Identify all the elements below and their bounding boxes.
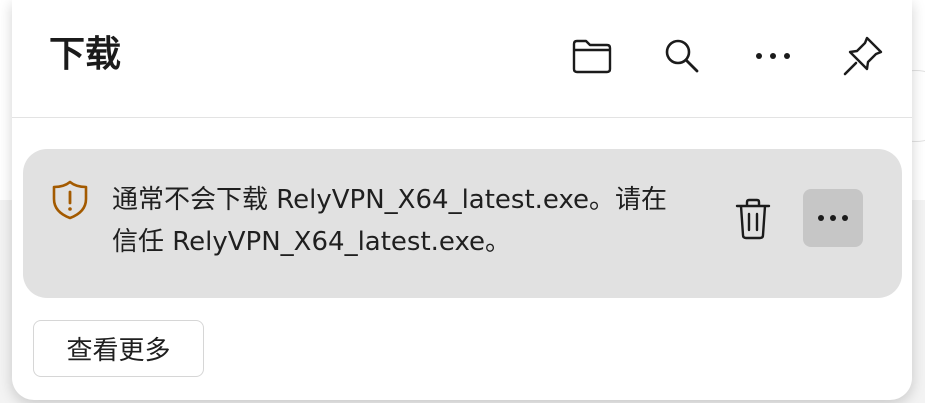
download-item[interactable]: 通常不会下载 RelyVPN_X64_latest.exe。请在 信任 Rely… xyxy=(23,149,902,298)
message-line-2: 信任 RelyVPN_X64_latest.exe。 xyxy=(112,227,512,257)
more-horizontal-icon xyxy=(818,215,848,221)
search-button[interactable] xyxy=(654,30,710,82)
pin-icon xyxy=(843,36,883,76)
download-warning-message: 通常不会下载 RelyVPN_X64_latest.exe。请在 信任 Rely… xyxy=(112,179,712,263)
trash-icon xyxy=(735,198,771,240)
shield-warning-icon xyxy=(52,180,88,220)
folder-icon xyxy=(572,39,612,74)
pin-button[interactable] xyxy=(835,30,891,82)
more-options-button[interactable] xyxy=(745,30,801,82)
panel-header: 下载 xyxy=(12,0,912,118)
downloads-panel: 下载 通常不会下载 RelyVPN_X64_latest.exe。请在 信任 R… xyxy=(12,0,912,400)
panel-title: 下载 xyxy=(49,34,122,75)
more-horizontal-icon xyxy=(756,53,790,59)
search-icon xyxy=(665,39,699,73)
text-fade-overlay xyxy=(663,175,713,223)
item-more-button[interactable] xyxy=(803,189,863,247)
delete-button[interactable] xyxy=(723,189,783,249)
message-line-1: 通常不会下载 RelyVPN_X64_latest.exe。请在 xyxy=(112,185,668,215)
see-more-button[interactable]: 查看更多 xyxy=(33,320,204,377)
open-folder-button[interactable] xyxy=(564,30,620,82)
